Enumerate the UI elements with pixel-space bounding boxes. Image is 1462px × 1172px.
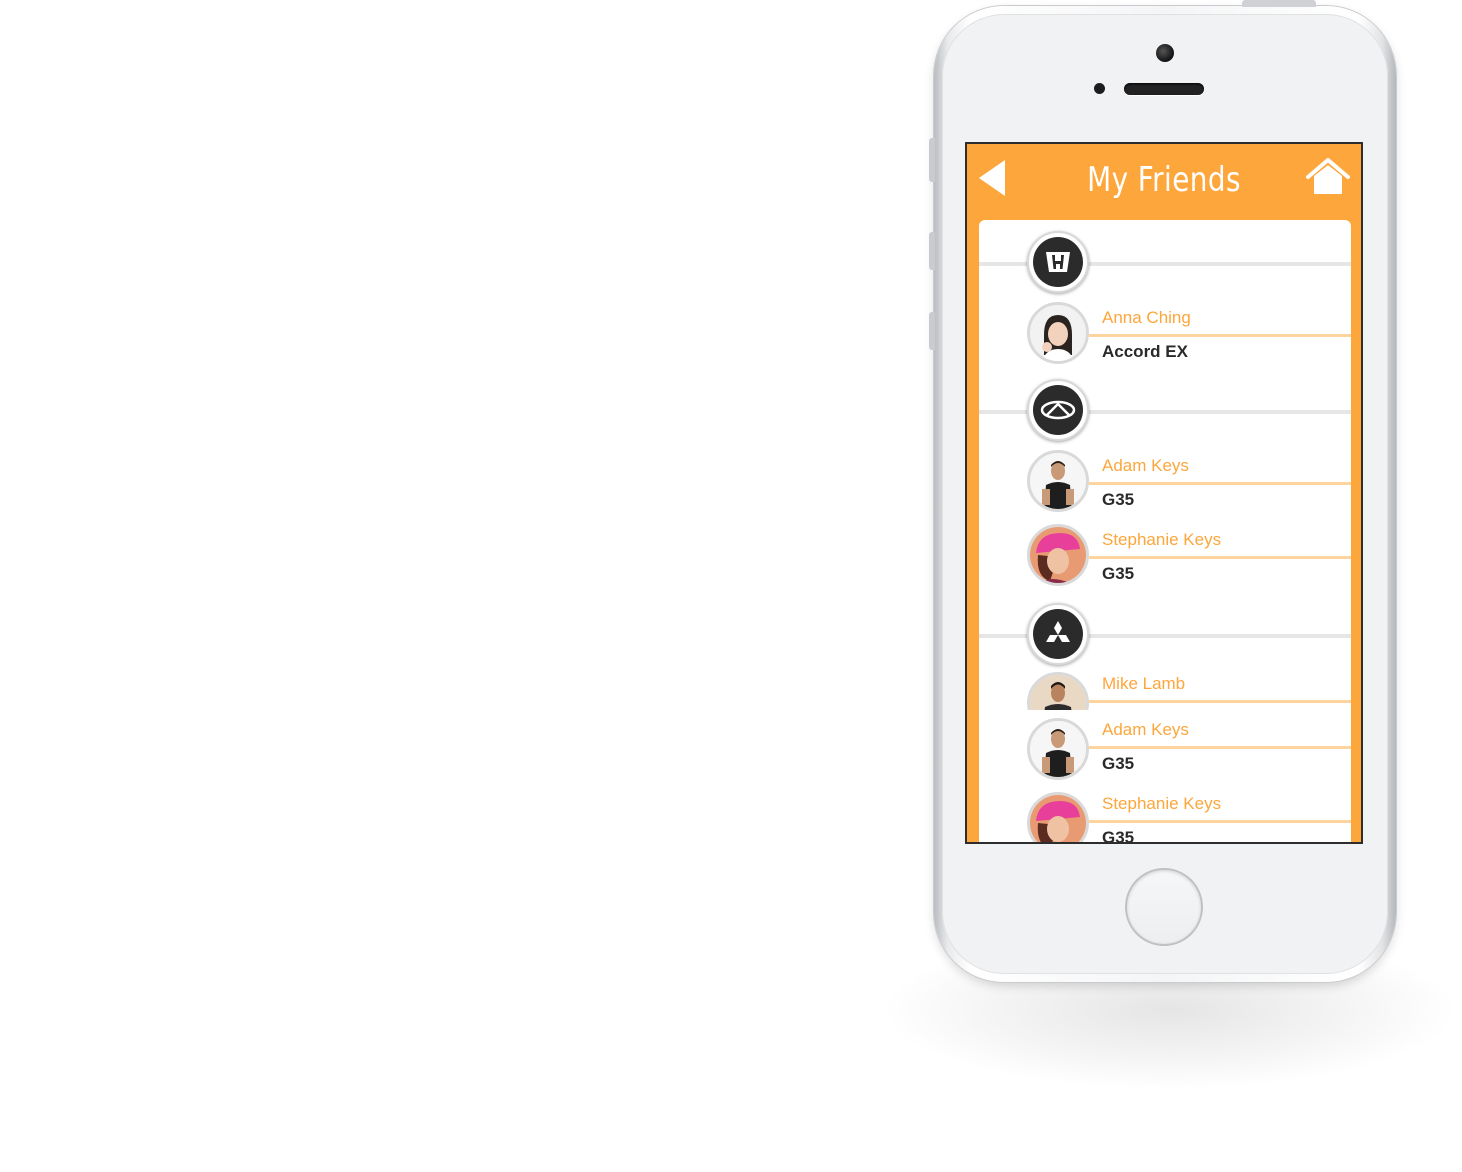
- back-arrow-icon[interactable]: [979, 160, 1005, 196]
- mitsubishi-logo-icon: [1027, 603, 1089, 665]
- friend-car: G35: [1102, 564, 1135, 583]
- infiniti-logo-icon: [1027, 379, 1089, 441]
- friend-name: Stephanie Keys: [1102, 530, 1222, 549]
- divider: [1089, 700, 1351, 703]
- friend-name: Mike Lamb: [1102, 674, 1186, 693]
- friend-car: G35: [1102, 490, 1135, 509]
- volume-up-button: [929, 232, 935, 270]
- man-avatar: [1027, 718, 1089, 780]
- volume-down-button: [929, 312, 935, 350]
- woman-pink-hat-avatar: [1027, 524, 1089, 586]
- brand-group-header: [979, 598, 1351, 670]
- list-item[interactable]: Mike Lamb: [979, 666, 1351, 710]
- friend-name: Adam Keys: [1102, 456, 1189, 475]
- list-item[interactable]: Anna Ching Accord EX: [979, 300, 1351, 366]
- list-item[interactable]: Stephanie Keys G35: [979, 522, 1351, 594]
- man-avatar: [1027, 672, 1089, 710]
- phone-device: My Friends Anna Ching Accord EX Adam Key…: [929, 0, 1396, 982]
- woman-avatar: [1027, 302, 1089, 364]
- friend-car: G35: [1102, 828, 1135, 842]
- page-title: My Friends: [1087, 160, 1241, 200]
- home-icon[interactable]: [1305, 156, 1351, 198]
- divider: [1089, 334, 1351, 337]
- list-item[interactable]: Adam Keys G35: [979, 448, 1351, 520]
- friend-car: Accord EX: [1102, 342, 1188, 361]
- divider: [1089, 820, 1351, 823]
- divider: [1089, 556, 1351, 559]
- friend-car: G35: [1102, 754, 1135, 773]
- brand-group-header: [979, 374, 1351, 446]
- power-button: [1242, 0, 1316, 7]
- friend-name: Anna Ching: [1102, 308, 1191, 327]
- mute-switch: [929, 138, 935, 182]
- app-screen: My Friends Anna Ching Accord EX Adam Key…: [965, 142, 1363, 844]
- honda-logo-icon: [1027, 231, 1089, 293]
- home-button[interactable]: [1125, 868, 1203, 946]
- divider: [1089, 482, 1351, 485]
- list-item[interactable]: Stephanie Keys G35: [979, 786, 1351, 842]
- divider: [1089, 746, 1351, 749]
- front-camera: [1156, 44, 1174, 62]
- man-avatar: [1027, 450, 1089, 512]
- friend-name: Stephanie Keys: [1102, 794, 1222, 813]
- earpiece-speaker: [1124, 83, 1204, 95]
- app-header: My Friends: [967, 144, 1361, 220]
- list-item[interactable]: Adam Keys G35: [979, 712, 1351, 784]
- brand-group-header: [979, 226, 1351, 298]
- proximity-sensor: [1094, 83, 1105, 94]
- friend-name: Adam Keys: [1102, 720, 1189, 739]
- woman-pink-hat-avatar: [1027, 792, 1089, 842]
- friends-list[interactable]: Anna Ching Accord EX Adam Keys G35 Steph…: [979, 220, 1351, 842]
